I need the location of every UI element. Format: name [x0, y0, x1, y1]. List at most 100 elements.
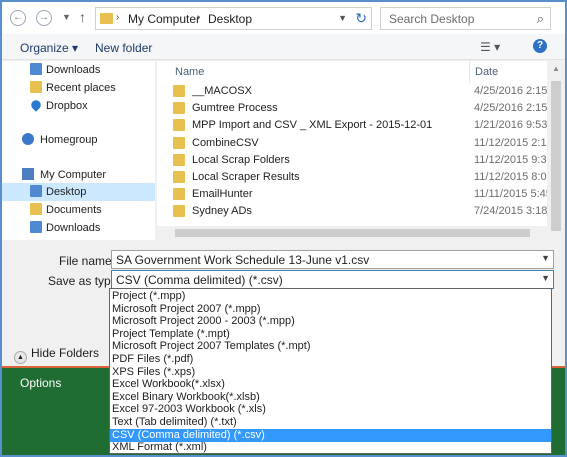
file-date: 7/24/2015 3:18 P [474, 205, 558, 218]
scroll-thumb[interactable] [175, 229, 530, 237]
save-type-option[interactable]: Excel 97-2003 Workbook (*.xls) [110, 403, 551, 416]
file-name: __MACOSX [192, 85, 252, 97]
nav-item-my-computer[interactable]: My Computer [2, 166, 155, 184]
file-date: 11/11/2015 5:45 [474, 188, 552, 201]
file-row[interactable]: CombineCSV 11/12/2015 2:15 P [157, 135, 563, 152]
file-list: Name Date __MACOSX 4/25/2016 2:15 P Gumtre… [157, 61, 565, 240]
recent-places-icon [30, 81, 42, 93]
breadcrumb-desktop[interactable]: Desktop [208, 12, 252, 26]
file-row[interactable]: Gumtree Process 4/25/2016 2:15 P [157, 100, 558, 117]
file-name: Local Scraper Results [192, 171, 300, 183]
save-type-option[interactable]: Project Template (*.mpt) [110, 328, 551, 341]
file-name: Local Scrap Folders [192, 153, 290, 166]
view-options-icon[interactable]: ☰ ▾ [480, 40, 500, 54]
desktop-folder-icon [30, 185, 42, 197]
recent-locations-chevron-icon[interactable]: ▼ [62, 12, 71, 22]
search-input[interactable]: Search Desktop ⌕ [380, 7, 551, 30]
file-date: 11/12/2015 9:35 [474, 153, 553, 166]
breadcrumb-my-computer[interactable]: My Computer [128, 12, 200, 26]
refresh-icon[interactable]: ↻ [355, 10, 367, 27]
column-header-name[interactable]: Name [175, 66, 204, 78]
nav-item-documents[interactable]: Documents [2, 201, 155, 219]
chevron-down-icon[interactable]: ▼ [541, 273, 550, 283]
folder-icon [30, 221, 42, 233]
nav-item-label: Homegroup [40, 134, 98, 146]
save-type-option[interactable]: Microsoft Project 2007 Templates (*.mpt) [110, 340, 551, 353]
nav-item-desktop[interactable]: Desktop [2, 183, 155, 201]
chevron-down-icon[interactable]: ▼ [338, 13, 347, 23]
save-type-option[interactable]: XPS Files (*.xps) [110, 366, 551, 379]
forward-arrow-icon[interactable]: → [36, 10, 52, 26]
save-as-type-value: CSV (Comma delimited) (*.csv) [116, 273, 283, 287]
column-header-date[interactable]: Date [475, 66, 498, 78]
hide-folders-label: Hide Folders [31, 346, 100, 360]
folder-icon [173, 188, 185, 201]
folder-icon [30, 63, 42, 75]
nav-item-recent-places[interactable]: Recent places [2, 79, 155, 97]
folder-icon [173, 136, 185, 149]
save-type-option[interactable]: Project (*.mpp) [110, 290, 551, 303]
file-row[interactable]: __MACOSX 4/25/2016 2:15 P [157, 83, 558, 100]
nav-item-homegroup[interactable]: Homegroup [2, 131, 155, 149]
file-row[interactable]: Sydney ADs 7/24/2015 3:18 P [157, 203, 558, 220]
nav-item-label: Downloads [46, 222, 101, 234]
navigation-pane: Downloads Recent places Dropbox Homegrou… [2, 61, 155, 240]
save-type-option[interactable]: Excel Binary Workbook(*.xlsb) [110, 391, 551, 404]
save-type-dropdown-list: Project (*.mpp) Microsoft Project 2007 (*… [109, 288, 552, 454]
file-row[interactable]: Local Scrap Folders 11/12/2015 9:35 [157, 152, 553, 169]
file-name-label: File name: [59, 254, 116, 268]
nav-item-label: Documents [46, 204, 102, 216]
file-name: CombineCSV [192, 136, 259, 149]
chevron-right-icon: › [116, 12, 120, 23]
search-placeholder: Search Desktop [389, 12, 475, 26]
hide-folders-button[interactable]: ▲ Hide Folders [14, 346, 99, 364]
nav-item-downloads[interactable]: Downloads [2, 61, 155, 79]
column-divider[interactable] [469, 61, 470, 83]
nav-item-downloads-2[interactable]: Downloads [2, 219, 155, 237]
toolbar: Organize ▾ New folder ☰ ▾ ? [2, 34, 565, 60]
chevron-up-icon: ▲ [14, 351, 27, 364]
file-date: 4/25/2016 2:15 P [474, 85, 558, 97]
options-label[interactable]: Options [20, 376, 61, 390]
file-row[interactable]: MPP Import and CSV _ XML Export - 2015-1… [157, 117, 557, 134]
back-arrow-icon[interactable]: ← [10, 10, 26, 26]
computer-icon [22, 168, 34, 180]
save-type-option[interactable]: XML Format (*.xml) [110, 441, 551, 453]
up-arrow-icon[interactable]: ↑ [79, 9, 86, 25]
new-folder-button[interactable]: New folder [95, 41, 152, 55]
folder-icon [173, 153, 185, 166]
folder-icon [30, 203, 42, 215]
file-name: MPP Import and CSV _ XML Export - 2015-1… [192, 119, 433, 132]
nav-item-dropbox[interactable]: Dropbox [2, 97, 155, 115]
horizontal-scrollbar[interactable] [157, 226, 547, 240]
vertical-scrollbar[interactable]: ▲ [547, 61, 565, 240]
file-name-field[interactable]: SA Government Work Schedule 13-June v1.c… [111, 250, 554, 269]
file-name: Gumtree Process [192, 102, 278, 115]
nav-item-label: Recent places [46, 82, 116, 94]
folder-icon [100, 13, 113, 24]
help-icon[interactable]: ? [533, 39, 547, 53]
nav-item-label: My Computer [40, 169, 107, 181]
nav-item-label: Downloads [46, 64, 101, 76]
file-row[interactable]: Local Scraper Results 11/12/2015 8:03 [157, 169, 553, 186]
file-date: 11/12/2015 8:03 [474, 171, 553, 183]
folder-icon [173, 85, 185, 97]
save-type-option[interactable]: Microsoft Project 2000 - 2003 (*.mpp) [110, 315, 551, 328]
folder-icon [173, 119, 185, 132]
save-type-option[interactable]: PDF Files (*.pdf) [110, 353, 551, 366]
address-bar[interactable]: › My Computer › Desktop ▼ ↻ [95, 7, 372, 30]
save-type-option[interactable]: CSV (Comma delimited) (*.csv) [110, 428, 551, 442]
chevron-down-icon[interactable]: ▼ [541, 253, 550, 263]
file-name: Sydney ADs [192, 205, 252, 218]
save-as-type-select[interactable]: CSV (Comma delimited) (*.csv) ▼ [111, 270, 554, 289]
save-type-option[interactable]: Excel Workbook(*.xlsx) [110, 378, 551, 391]
scroll-thumb[interactable] [551, 81, 561, 231]
save-type-option[interactable]: Text (Tab delimited) (*.txt) [110, 416, 551, 429]
file-name: EmailHunter [192, 188, 253, 201]
save-type-option[interactable]: Microsoft Project 2007 (*.mpp) [110, 303, 551, 316]
search-icon[interactable]: ⌕ [537, 11, 544, 27]
scroll-up-icon[interactable]: ▲ [552, 64, 560, 73]
file-row[interactable]: EmailHunter 11/11/2015 5:45 [157, 186, 552, 203]
organize-button[interactable]: Organize ▾ [20, 41, 78, 55]
folder-icon [173, 171, 185, 183]
